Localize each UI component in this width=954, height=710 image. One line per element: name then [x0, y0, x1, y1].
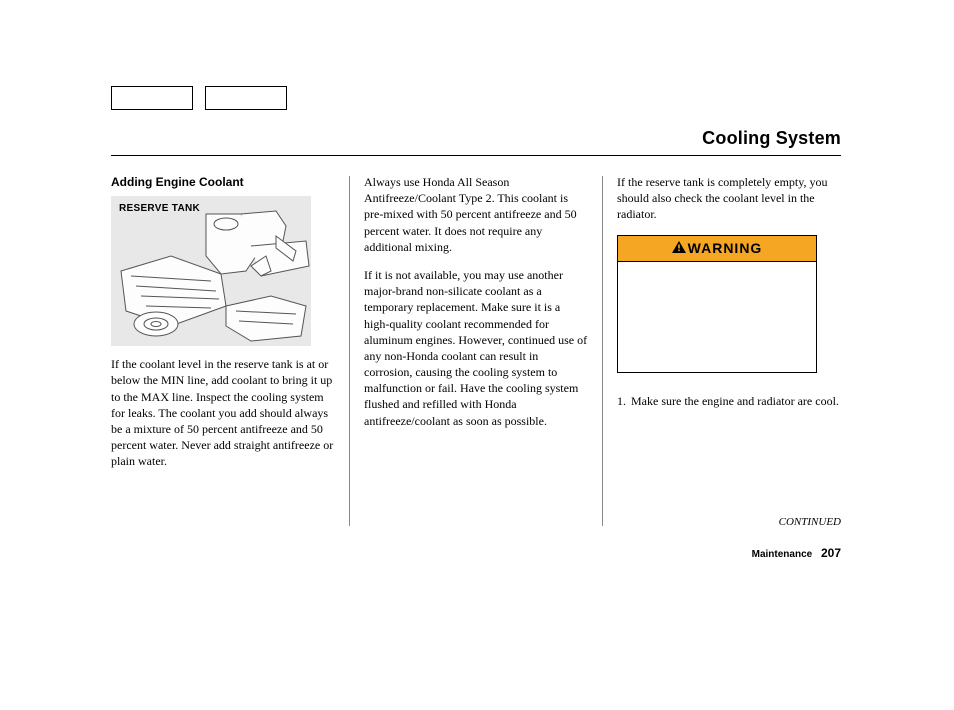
- warning-header: WARNING: [618, 236, 816, 263]
- paragraph: If the reserve tank is completely empty,…: [617, 174, 841, 223]
- warning-label: WARNING: [688, 240, 763, 256]
- manual-page: Cooling System Adding Engine Coolant RES…: [111, 86, 841, 534]
- nav-button-1[interactable]: [111, 86, 193, 110]
- page-footer: Maintenance 207: [752, 546, 841, 560]
- warning-callout: WARNING: [617, 235, 817, 374]
- page-number: 207: [821, 546, 841, 560]
- column-2: Always use Honda All Season Antifreeze/C…: [350, 174, 602, 534]
- section-name: Maintenance: [752, 549, 813, 560]
- step-number: 1.: [617, 393, 631, 409]
- column-3: If the reserve tank is completely empty,…: [603, 174, 841, 534]
- column-1: Adding Engine Coolant RESERVE TANK: [111, 174, 349, 534]
- reserve-tank-figure: RESERVE TANK: [111, 196, 311, 346]
- paragraph: If the coolant level in the reserve tank…: [111, 356, 335, 469]
- warning-body: [618, 262, 816, 372]
- continued-label: CONTINUED: [779, 516, 841, 528]
- page-title: Cooling System: [111, 128, 841, 156]
- content-columns: Adding Engine Coolant RESERVE TANK: [111, 174, 841, 534]
- nav-button-2[interactable]: [205, 86, 287, 110]
- nav-button-row: [111, 86, 841, 110]
- step-text: Make sure the engine and radiator are co…: [631, 393, 839, 409]
- paragraph: If it is not available, you may use anot…: [364, 267, 588, 429]
- subheading: Adding Engine Coolant: [111, 174, 335, 190]
- engine-diagram-icon: [111, 196, 311, 346]
- paragraph: Always use Honda All Season Antifreeze/C…: [364, 174, 588, 255]
- step-item: 1. Make sure the engine and radiator are…: [617, 393, 841, 409]
- warning-triangle-icon: [672, 239, 686, 258]
